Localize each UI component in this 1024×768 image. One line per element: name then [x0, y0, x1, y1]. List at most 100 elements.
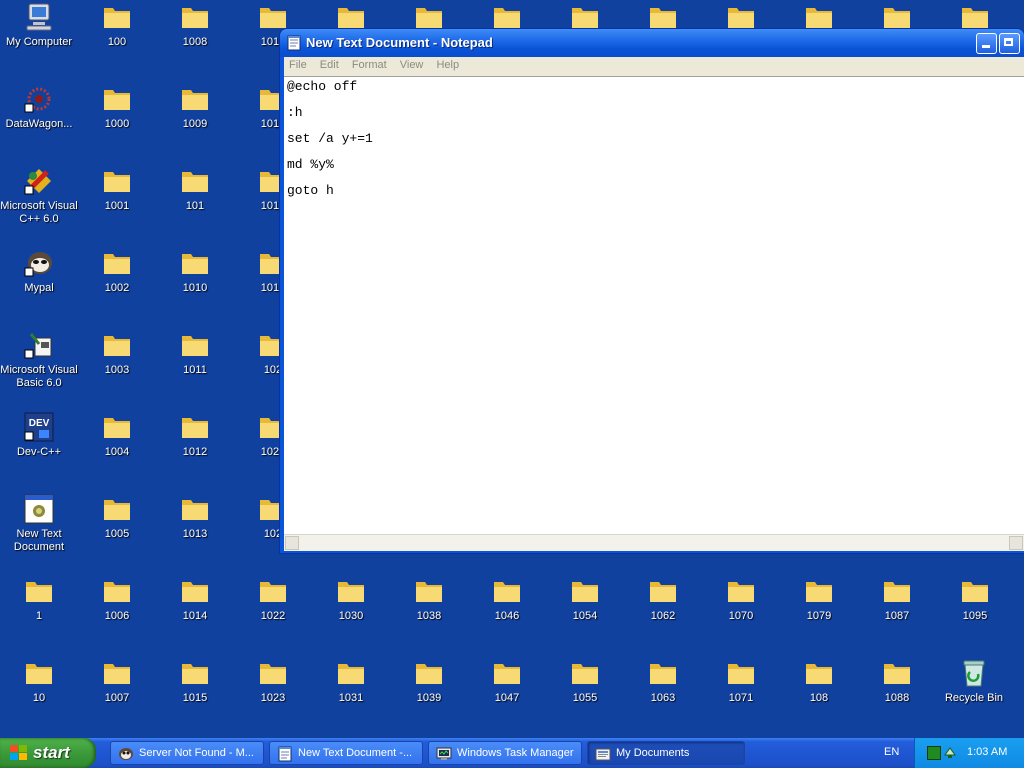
task-button-mypal[interactable]: Server Not Found - M... [110, 741, 264, 765]
desktop-folder[interactable] [702, 2, 780, 32]
desktop-folder[interactable]: 1005 [78, 494, 156, 541]
scroll-right-button[interactable] [1009, 536, 1023, 550]
desktop: My Computer DataWagon... Microsoft Visua… [0, 0, 1024, 738]
desktop-folder[interactable]: 1030 [312, 576, 390, 623]
desktop-folder[interactable]: 1011 [156, 330, 234, 377]
desktop-folder[interactable] [468, 2, 546, 32]
task-button-task-manager[interactable]: Windows Task Manager [428, 741, 582, 765]
desktop-folder[interactable]: 1002 [78, 248, 156, 295]
menu-format[interactable]: Format [347, 57, 392, 71]
desktop-icon-label: New Text Document [13, 528, 65, 553]
desktop-folder[interactable]: 10 [0, 658, 78, 705]
menu-edit[interactable]: Edit [315, 57, 344, 71]
horizontal-scrollbar[interactable] [284, 534, 1024, 551]
desktop-folder[interactable]: 1070 [702, 576, 780, 623]
task-button-my-documents[interactable]: My Documents [587, 741, 745, 765]
desktop-icon-mypal[interactable]: Mypal [0, 248, 78, 295]
text-line: md %y% [287, 157, 334, 172]
notepad-text-area[interactable]: @echo off :h set /a y+=1 md %y% goto h [284, 76, 1024, 535]
folder-label: 101 [185, 200, 205, 212]
desktop-folder[interactable]: 1000 [78, 84, 156, 131]
desktop-folder[interactable]: 1047 [468, 658, 546, 705]
folder-label: 1011 [183, 364, 207, 376]
desktop-folder[interactable] [390, 2, 468, 32]
desktop-folder[interactable]: 1003 [78, 330, 156, 377]
desktop-folder[interactable]: 108 [780, 658, 858, 705]
desktop-folder[interactable]: 1023 [234, 658, 312, 705]
maximize-button[interactable] [999, 33, 1020, 54]
mypal-icon [23, 248, 55, 278]
language-indicator[interactable]: EN [884, 746, 899, 758]
desktop-icon-visual-basic[interactable]: Microsoft Visual Basic 6.0 [0, 330, 78, 390]
folder-label: 1010 [182, 282, 208, 294]
folder-icon [101, 658, 133, 688]
desktop-icon-dev-cpp[interactable]: DEV Dev-C++ [0, 412, 78, 459]
desktop-folder[interactable]: 1022 [234, 576, 312, 623]
desktop-folder[interactable]: 1062 [624, 576, 702, 623]
desktop-folder[interactable]: 1001 [78, 166, 156, 213]
desktop-icon-datawagon[interactable]: DataWagon... [0, 84, 78, 131]
desktop-folder[interactable]: 1031 [312, 658, 390, 705]
start-button[interactable]: start [0, 738, 96, 768]
desktop-folder[interactable]: 1055 [546, 658, 624, 705]
folder-icon [881, 2, 913, 32]
desktop-folder[interactable]: 101 [156, 166, 234, 213]
desktop-folder[interactable]: 100 [78, 2, 156, 49]
desktop-folder[interactable]: 1 [0, 576, 78, 623]
desktop-folder[interactable]: 1010 [156, 248, 234, 295]
desktop-folder[interactable] [624, 2, 702, 32]
desktop-folder[interactable]: 1038 [390, 576, 468, 623]
desktop-icon-my-computer[interactable]: My Computer [0, 2, 78, 49]
folder-label: 1005 [104, 528, 130, 540]
svg-text:DEV: DEV [29, 418, 50, 429]
menu-help[interactable]: Help [431, 57, 464, 71]
desktop-folder[interactable]: 1004 [78, 412, 156, 459]
notepad-window[interactable]: New Text Document - Notepad File Edit Fo… [280, 29, 1024, 553]
task-label: Server Not Found - M... [139, 747, 254, 759]
desktop-folder[interactable] [312, 2, 390, 32]
folder-label: 1047 [494, 692, 520, 704]
folder-icon [101, 166, 133, 196]
desktop-folder[interactable] [546, 2, 624, 32]
desktop-folder[interactable]: 1009 [156, 84, 234, 131]
folder-icon [881, 658, 913, 688]
desktop-folder[interactable]: 1063 [624, 658, 702, 705]
desktop-folder[interactable]: 1046 [468, 576, 546, 623]
system-tray: 1:03 AM [914, 738, 1024, 768]
desktop-folder[interactable]: 1006 [78, 576, 156, 623]
desktop-folder[interactable]: 1013 [156, 494, 234, 541]
desktop-folder[interactable]: 1015 [156, 658, 234, 705]
desktop-folder[interactable]: 1071 [702, 658, 780, 705]
folder-icon [647, 576, 679, 606]
folder-icon [959, 576, 991, 606]
desktop-icon-recycle-bin[interactable]: Recycle Bin [935, 658, 1013, 705]
desktop-icon-label: Recycle Bin [944, 692, 1004, 704]
desktop-folder[interactable]: 1014 [156, 576, 234, 623]
network-icon[interactable] [927, 746, 941, 760]
folder-icon [101, 494, 133, 524]
desktop-folder[interactable] [858, 2, 936, 32]
desktop-folder[interactable]: 1087 [858, 576, 936, 623]
desktop-folder[interactable]: 1079 [780, 576, 858, 623]
clock[interactable]: 1:03 AM [967, 746, 1007, 758]
safely-remove-icon[interactable] [943, 745, 957, 759]
desktop-folder[interactable]: 1008 [156, 2, 234, 49]
desktop-icon-visual-cpp[interactable]: Microsoft Visual C++ 6.0 [0, 166, 78, 226]
desktop-folder[interactable]: 1095 [936, 576, 1014, 623]
desktop-folder[interactable]: 1054 [546, 576, 624, 623]
task-button-notepad[interactable]: New Text Document -... [269, 741, 423, 765]
desktop-folder[interactable]: 1012 [156, 412, 234, 459]
desktop-icon-new-text-document[interactable]: New Text Document [0, 494, 78, 554]
menu-file[interactable]: File [284, 57, 312, 71]
scroll-left-button[interactable] [285, 536, 299, 550]
desktop-folder[interactable]: 1007 [78, 658, 156, 705]
menu-view[interactable]: View [395, 57, 429, 71]
desktop-folder[interactable]: 1088 [858, 658, 936, 705]
minimize-button[interactable] [976, 33, 997, 54]
desktop-folder[interactable]: 1039 [390, 658, 468, 705]
notepad-title-bar[interactable]: New Text Document - Notepad [280, 29, 1024, 57]
desktop-folder[interactable] [936, 2, 1014, 32]
folder-icon [881, 576, 913, 606]
desktop-folder[interactable] [780, 2, 858, 32]
folder-label: 1038 [416, 610, 442, 622]
